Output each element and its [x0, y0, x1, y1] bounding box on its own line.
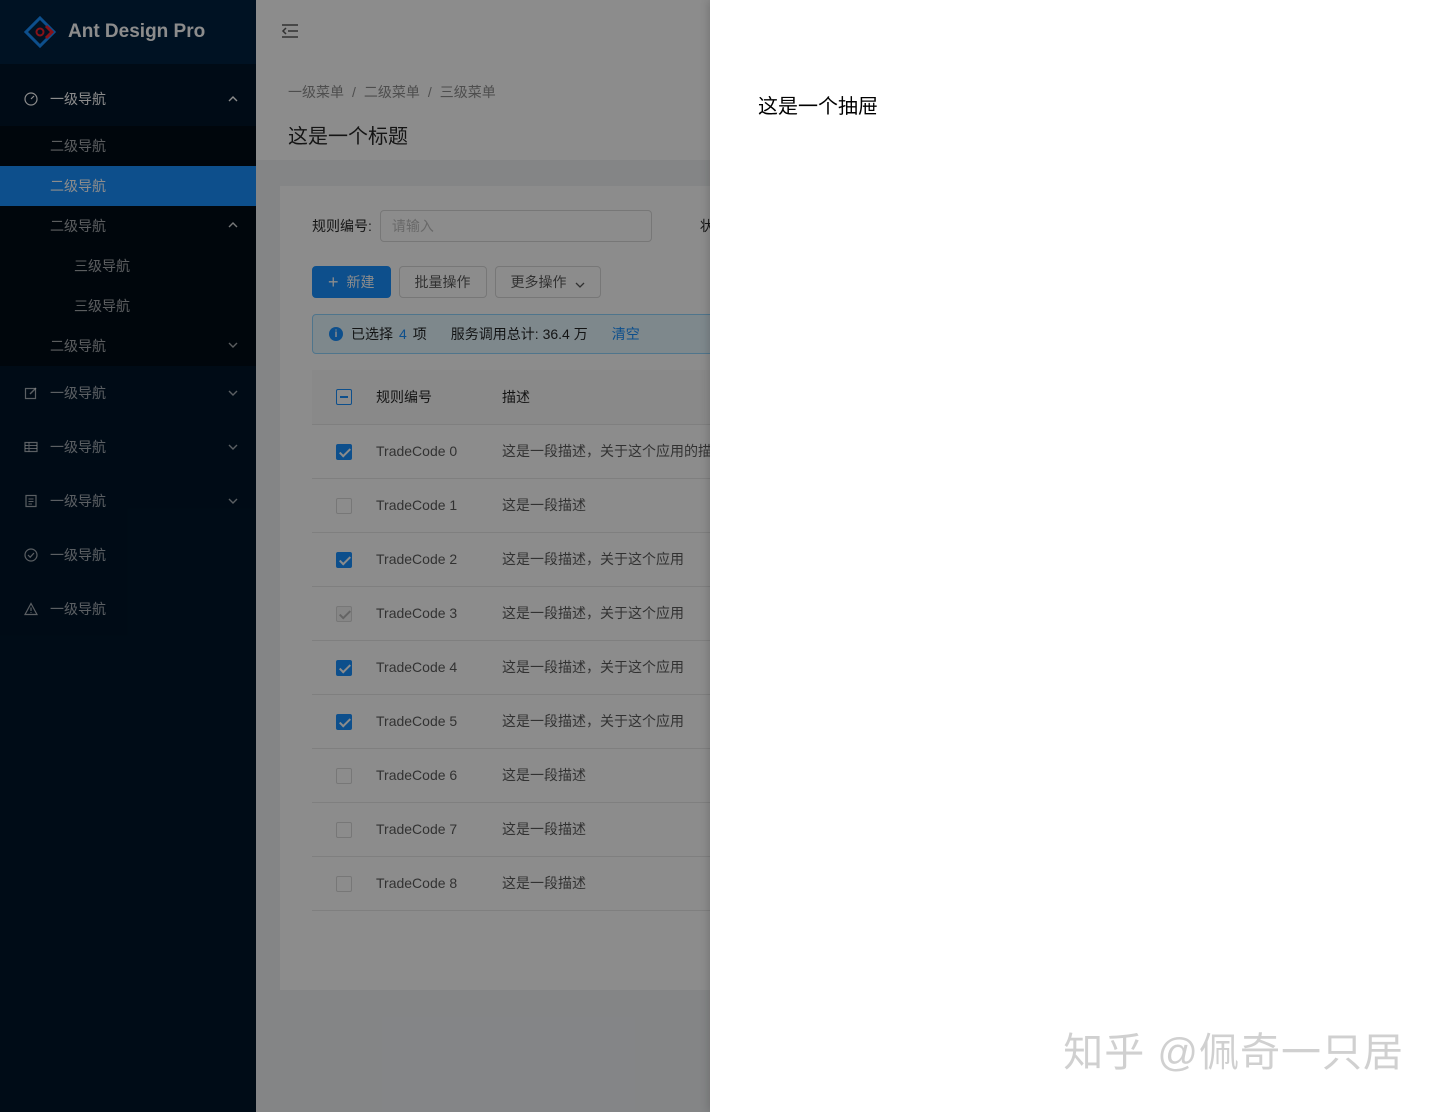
watermark: 知乎 @佩奇一只居 — [1063, 1031, 1404, 1075]
drawer: 这是一个抽屉 知乎 @佩奇一只居 — [710, 0, 1440, 1112]
drawer-content: 这是一个抽屉 — [758, 96, 878, 118]
